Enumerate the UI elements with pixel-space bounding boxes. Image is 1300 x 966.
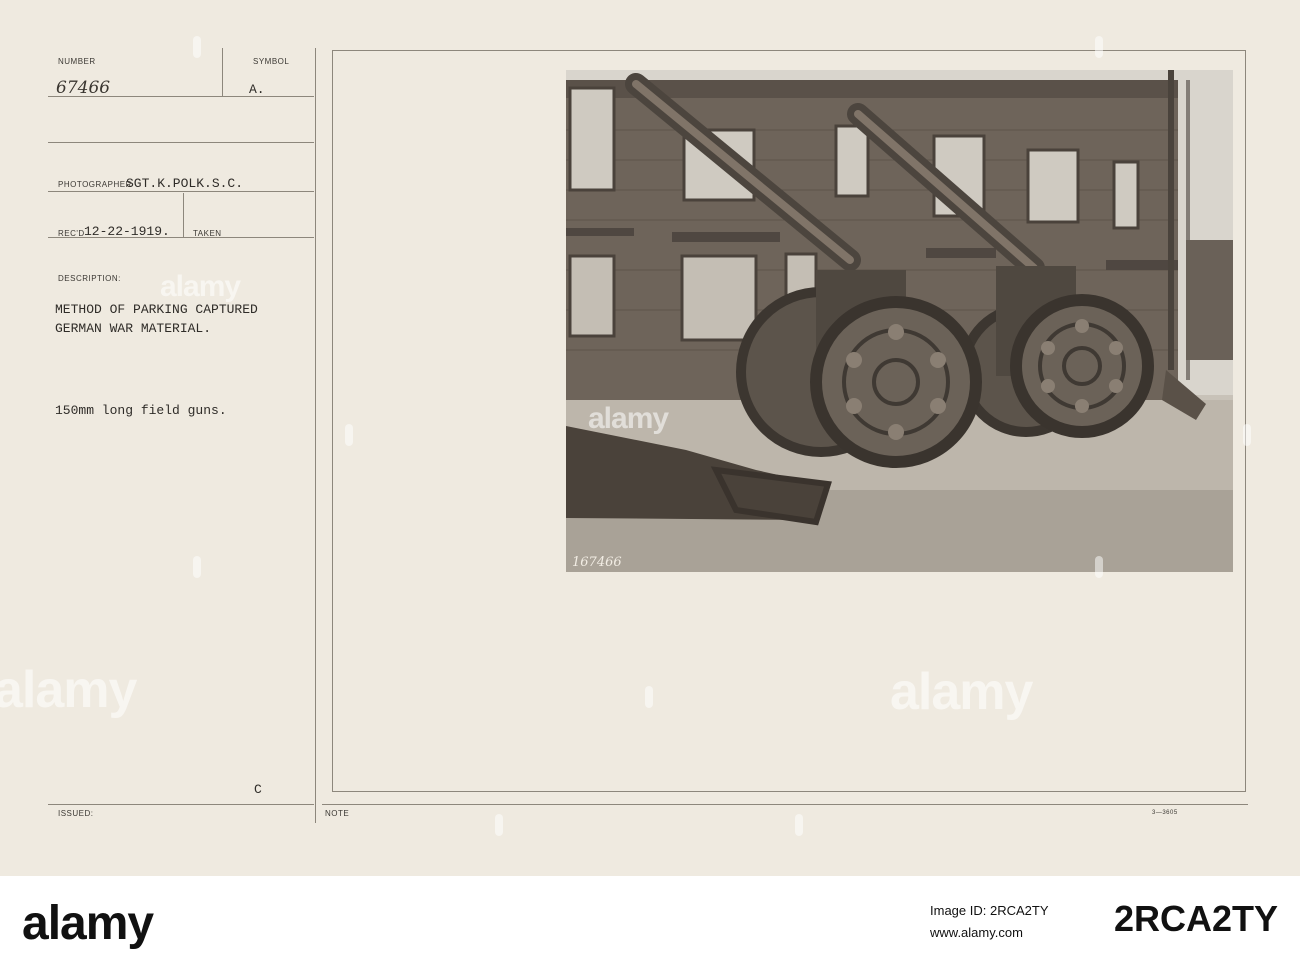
recd-rule: [48, 237, 314, 238]
issued-label: ISSUED:: [58, 809, 94, 818]
watermark: alamy: [160, 270, 241, 303]
symbol-label: SYMBOL: [253, 57, 290, 66]
watermark-mark-icon: [1095, 36, 1103, 58]
column-divider: [315, 48, 316, 823]
footer-bar: alamy Image ID: 2RCA2TY www.alamy.com 2R…: [0, 876, 1300, 966]
recd-taken-divider: [183, 193, 184, 237]
symbol-value: A.: [249, 82, 265, 97]
watermark-mark-icon: [345, 424, 353, 446]
description-line-1: METHOD OF PARKING CAPTURED: [55, 302, 258, 317]
photographer-rule: [48, 191, 314, 192]
number-label: NUMBER: [58, 57, 96, 66]
footer-logo[interactable]: alamy: [22, 896, 154, 951]
watermark-mark-icon: [193, 556, 201, 578]
watermark-mark-icon: [1243, 424, 1251, 446]
photograph-image: [566, 70, 1233, 572]
footer-code: 2RCA2TY: [1113, 898, 1278, 939]
footer-url[interactable]: www.alamy.com: [930, 925, 1023, 940]
watermark: alamy: [0, 661, 137, 719]
subject-text: 150mm long field guns.: [55, 403, 227, 418]
number-rule: [48, 96, 314, 97]
footer-image-id: Image ID: 2RCA2TY: [930, 903, 1049, 918]
negative-number: 167466: [572, 555, 622, 570]
form-code: 3—3605: [1152, 810, 1178, 816]
watermark-mark-icon: [1095, 556, 1103, 578]
watermark-mark-icon: [193, 36, 201, 58]
blank-rule: [48, 142, 314, 143]
issued-letter: C: [254, 782, 262, 797]
watermark-mark-icon: [795, 814, 803, 836]
photographer-label: PHOTOGRAPHER: [58, 180, 132, 189]
archive-card: NUMBER 67466 SYMBOL A. PHOTOGRAPHER SGT.…: [0, 0, 1300, 876]
number-value: 67466: [56, 78, 111, 98]
description-label: DESCRIPTION:: [58, 274, 121, 283]
watermark-mark-icon: [495, 814, 503, 836]
issued-rule: [48, 804, 314, 805]
description-line-2: GERMAN WAR MATERIAL.: [55, 321, 212, 336]
watermark-mark-icon: [645, 686, 653, 708]
number-symbol-divider: [222, 48, 223, 96]
photograph: 167466: [566, 70, 1233, 572]
photographer-value: SGT.K.POLK.S.C.: [126, 176, 244, 191]
note-label: NOTE: [325, 809, 350, 818]
note-rule: [322, 804, 1248, 805]
